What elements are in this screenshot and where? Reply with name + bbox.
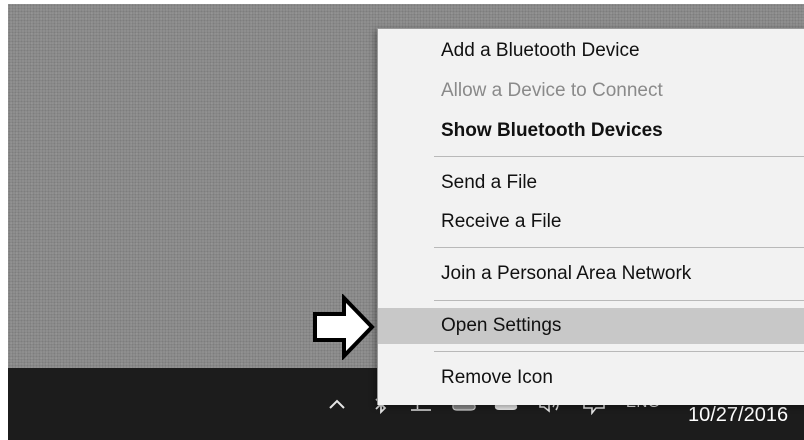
clock-date[interactable]: 10/27/2016: [688, 404, 788, 427]
menu-separator: [434, 156, 804, 157]
menu-item-remove-icon[interactable]: Remove Icon: [378, 360, 804, 396]
chevron-up-icon[interactable]: [326, 391, 348, 417]
menu-item-receive-file[interactable]: Receive a File: [378, 204, 804, 240]
menu-item-send-file[interactable]: Send a File: [378, 165, 804, 201]
menu-item-open-settings[interactable]: Open Settings: [378, 308, 804, 344]
menu-item-add-bluetooth-device[interactable]: Add a Bluetooth Device: [378, 33, 804, 69]
menu-separator: [434, 247, 804, 248]
menu-separator: [434, 351, 804, 352]
menu-separator: [434, 300, 804, 301]
bluetooth-context-menu: Add a Bluetooth Device Allow a Device to…: [377, 28, 804, 405]
menu-item-allow-device-to-connect: Allow a Device to Connect: [441, 80, 663, 101]
menu-item-show-bluetooth-devices[interactable]: Show Bluetooth Devices: [378, 113, 804, 149]
right-arrow-icon: [312, 293, 376, 361]
menu-item-join-personal-area-network[interactable]: Join a Personal Area Network: [378, 256, 804, 292]
